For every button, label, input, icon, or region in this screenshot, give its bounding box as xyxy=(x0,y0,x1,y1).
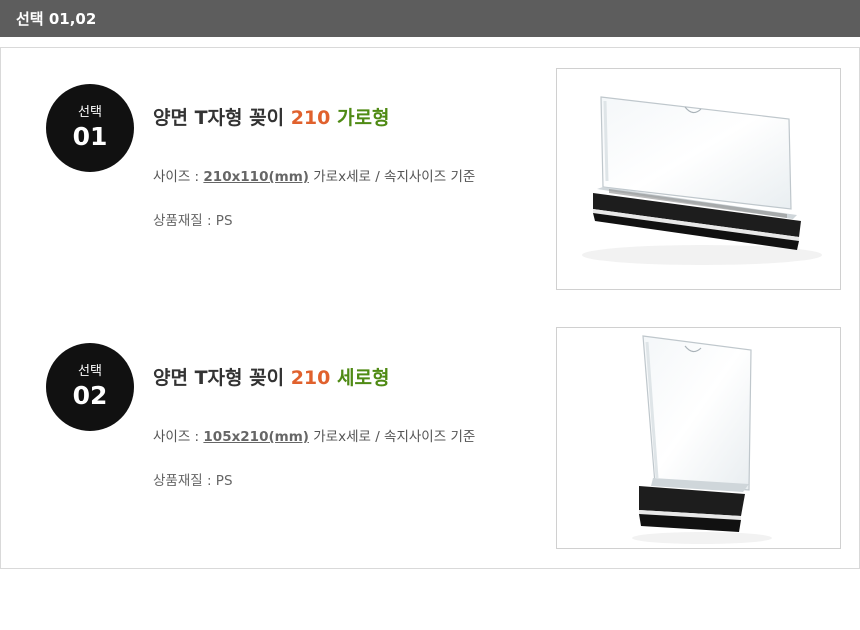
product-title: 양면 T자형 꽂이 210 세로형 xyxy=(153,363,389,390)
size-note: 가로x세로 / 속지사이즈 기준 xyxy=(313,169,476,185)
header-title: 선택 01,02 xyxy=(16,10,97,28)
option-badge: 선택 01 xyxy=(46,84,134,172)
badge-label: 선택 xyxy=(78,364,102,379)
portrait-t-stand-icon xyxy=(632,335,772,544)
option-panel-01: 선택 01 양면 T자형 꽂이 210 가로형 사이즈 : 210x110(mm… xyxy=(0,47,860,309)
badge-number: 01 xyxy=(72,122,108,151)
size-info: 사이즈 : 105x210(mm) 가로x세로 / 속지사이즈 기준 xyxy=(153,425,475,445)
material-info: 상품재질 : PS xyxy=(153,473,233,489)
badge-number: 02 xyxy=(72,381,108,410)
size-value: 210x110(mm) xyxy=(203,169,309,185)
title-orientation: 세로형 xyxy=(337,367,390,389)
option-panel-02: 선택 02 양면 T자형 꽂이 210 세로형 사이즈 : 105x210(mm… xyxy=(0,307,860,569)
size-note: 가로x세로 / 속지사이즈 기준 xyxy=(313,429,476,445)
title-orientation: 가로형 xyxy=(337,107,390,129)
title-prefix: 양면 T자형 꽂이 xyxy=(153,367,285,389)
material-info: 상품재질 : PS xyxy=(153,213,233,229)
title-prefix: 양면 T자형 꽂이 xyxy=(153,107,285,129)
product-image xyxy=(556,68,841,290)
title-size: 210 xyxy=(290,107,331,129)
option-badge: 선택 02 xyxy=(46,343,134,431)
product-title: 양면 T자형 꽂이 210 가로형 xyxy=(153,103,389,130)
landscape-t-stand-icon xyxy=(582,96,822,265)
size-value: 105x210(mm) xyxy=(203,429,309,445)
size-label: 사이즈 : xyxy=(153,169,200,185)
size-info: 사이즈 : 210x110(mm) 가로x세로 / 속지사이즈 기준 xyxy=(153,165,475,185)
badge-label: 선택 xyxy=(78,105,102,120)
size-label: 사이즈 : xyxy=(153,429,200,445)
product-image xyxy=(556,327,841,549)
title-size: 210 xyxy=(290,367,331,389)
header-bar: 선택 01,02 xyxy=(0,0,860,37)
